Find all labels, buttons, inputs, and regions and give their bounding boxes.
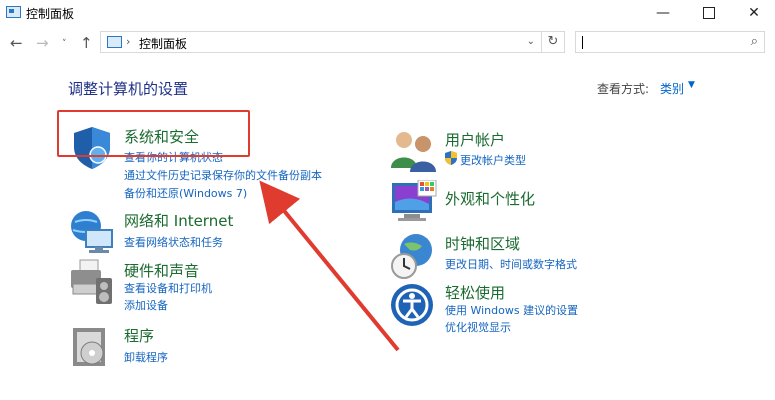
title-bar: 控制面板 — ✕ — [0, 0, 775, 26]
printer-icon[interactable] — [68, 258, 116, 306]
forward-button[interactable]: → — [36, 34, 49, 52]
category-link[interactable]: 更改帐户类型 — [460, 152, 526, 168]
recent-locations-button[interactable]: ˅ — [62, 39, 67, 49]
category-title[interactable]: 硬件和声音 — [124, 260, 199, 281]
category-link[interactable]: 卸载程序 — [124, 349, 168, 365]
category-title[interactable]: 网络和 Internet — [124, 210, 233, 231]
view-by-dropdown[interactable]: 类别 — [660, 80, 684, 97]
up-button[interactable]: ↑ — [80, 34, 93, 52]
search-icon[interactable]: ⌕ — [751, 34, 758, 49]
view-by-label: 查看方式: — [597, 82, 650, 96]
text-cursor — [582, 36, 583, 49]
monitor-icon[interactable] — [390, 180, 438, 228]
category-title[interactable]: 时钟和区域 — [445, 233, 520, 254]
category-link[interactable]: 使用 Windows 建议的设置 — [445, 302, 578, 318]
navigation-bar: ← → ˅ ↑ › 控制面板 ⌄ ↻ ⌕ — [0, 28, 775, 58]
search-input[interactable]: ⌕ — [575, 31, 765, 53]
category-link[interactable]: 添加设备 — [124, 297, 168, 313]
network-icon[interactable] — [68, 208, 116, 256]
category-link[interactable]: 通过文件历史记录保存你的文件备份副本 — [124, 167, 322, 183]
category-link[interactable]: 查看设备和打印机 — [124, 280, 212, 296]
programs-icon[interactable] — [68, 323, 116, 371]
category-title[interactable]: 程序 — [124, 325, 154, 346]
address-bar[interactable]: › 控制面板 ⌄ ↻ — [100, 31, 565, 53]
category-link[interactable]: 优化视觉显示 — [445, 319, 511, 335]
chevron-down-icon[interactable]: ▼ — [688, 80, 695, 90]
highlight-box — [57, 110, 250, 157]
category-link[interactable]: 更改日期、时间或数字格式 — [445, 256, 577, 272]
maximize-icon — [703, 7, 715, 19]
uac-shield-icon — [445, 151, 457, 165]
control-panel-icon — [107, 36, 122, 48]
breadcrumb-separator[interactable]: › — [126, 35, 130, 48]
control-panel-icon — [6, 6, 21, 18]
category-link[interactable]: 备份和还原(Windows 7) — [124, 185, 247, 201]
breadcrumb-control-panel[interactable]: 控制面板 — [139, 35, 187, 52]
annotation-arrow — [259, 180, 400, 352]
clock-globe-icon[interactable] — [390, 232, 438, 280]
ease-of-access-icon[interactable] — [390, 282, 438, 330]
maximize-button[interactable] — [686, 0, 732, 26]
window-title: 控制面板 — [26, 7, 75, 21]
users-icon[interactable] — [390, 128, 438, 176]
category-title[interactable]: 轻松使用 — [445, 282, 505, 303]
category-title[interactable]: 外观和个性化 — [445, 188, 535, 209]
minimize-button[interactable]: — — [640, 0, 686, 26]
page-title: 调整计算机的设置 — [68, 80, 189, 98]
close-button[interactable]: ✕ — [731, 0, 775, 26]
back-button[interactable]: ← — [10, 34, 23, 52]
refresh-button[interactable]: ↻ — [541, 32, 564, 52]
address-dropdown-button[interactable]: ⌄ — [527, 36, 535, 47]
category-title[interactable]: 用户帐户 — [445, 129, 505, 150]
category-link[interactable]: 查看网络状态和任务 — [124, 234, 223, 250]
